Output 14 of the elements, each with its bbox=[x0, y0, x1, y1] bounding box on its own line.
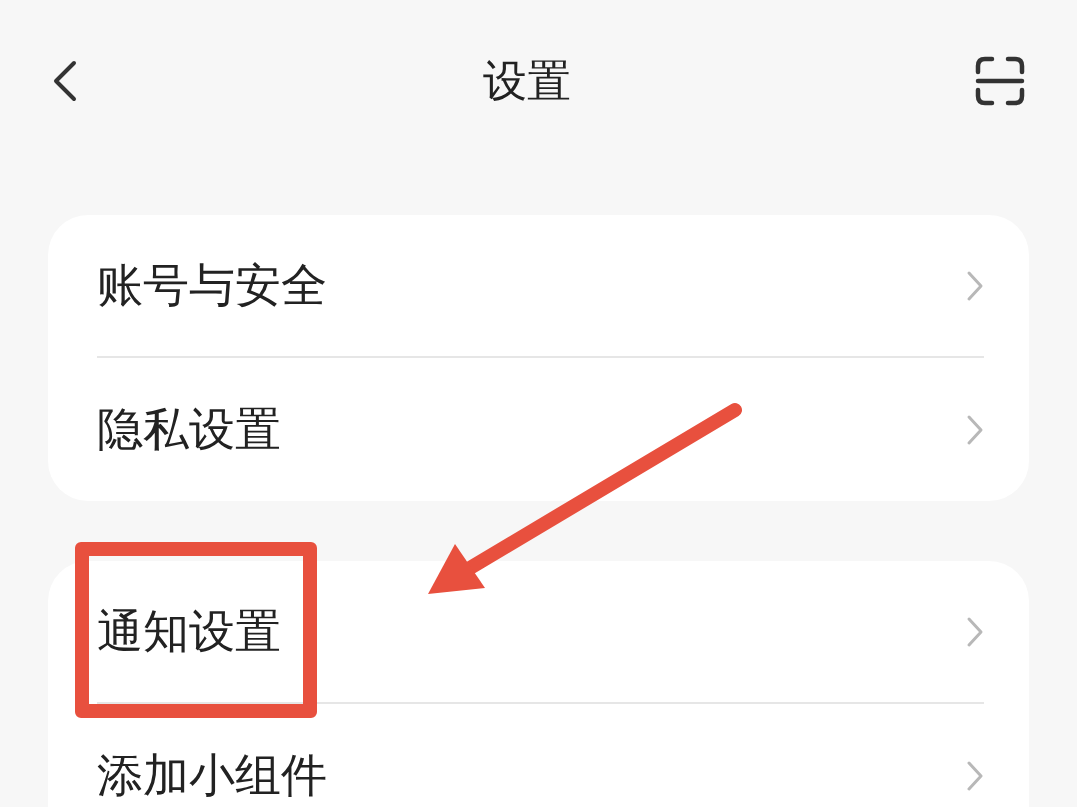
page-title: 设置 bbox=[482, 53, 571, 108]
chevron-right-icon bbox=[966, 413, 984, 446]
settings-label: 通知设置 bbox=[97, 603, 281, 660]
chevron-right-icon bbox=[966, 269, 984, 302]
chevron-right-icon bbox=[966, 759, 984, 792]
scan-icon[interactable] bbox=[975, 55, 1025, 106]
back-icon[interactable] bbox=[52, 59, 78, 102]
settings-row[interactable]: 账号与安全 bbox=[97, 215, 984, 358]
chevron-right-icon bbox=[966, 615, 984, 648]
settings-label: 添加小组件 bbox=[97, 747, 327, 804]
settings-label: 隐私设置 bbox=[97, 401, 281, 458]
settings-row[interactable]: 添加小组件 bbox=[97, 704, 984, 807]
settings-row[interactable]: 隐私设置 bbox=[97, 358, 984, 501]
settings-label: 账号与安全 bbox=[97, 257, 327, 314]
